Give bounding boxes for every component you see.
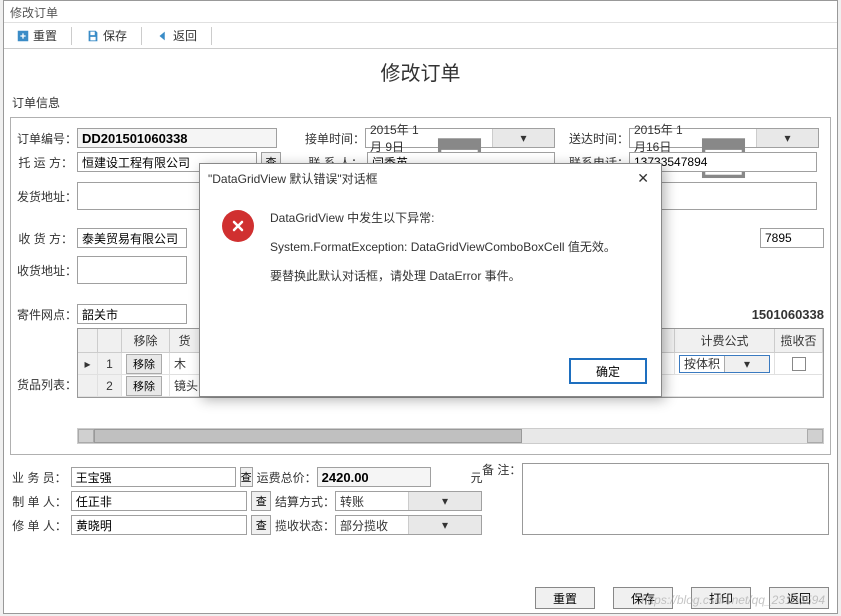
chevron-down-icon: ▾ xyxy=(756,129,818,147)
toolbar-separator xyxy=(71,27,72,45)
reset-icon xyxy=(16,29,30,43)
label-remark: 备 注： xyxy=(480,461,523,478)
label-collect-status: 揽收状态： xyxy=(275,517,331,534)
toolbar: 重置 保存 返回 xyxy=(4,23,837,49)
label-modifier: 修 单 人： xyxy=(12,517,67,534)
footer-reset-button[interactable]: 重置 xyxy=(535,587,595,609)
label-receive-time: 接单时间： xyxy=(305,130,361,147)
remove-row-button[interactable]: 移除 xyxy=(126,354,162,374)
row-indicator-icon: ▸ xyxy=(78,353,98,374)
label-maker: 制 单 人： xyxy=(12,493,67,510)
collect-checkbox[interactable] xyxy=(792,357,806,371)
recv-addr-field[interactable] xyxy=(77,256,187,284)
toolbar-separator xyxy=(141,27,142,45)
label-deliver-time: 送达时间： xyxy=(569,130,625,147)
chevron-down-icon: ▾ xyxy=(492,129,554,147)
receive-time-picker[interactable]: 2015年 1月 9日 ▾ xyxy=(365,128,555,148)
scroll-right-button[interactable] xyxy=(807,429,823,443)
toolbar-save-button[interactable]: 保存 xyxy=(80,25,133,46)
error-icon xyxy=(222,210,254,242)
remark-textarea[interactable] xyxy=(522,463,829,535)
watermark: https://blog.csdn.net/qq_23190594 xyxy=(641,593,825,607)
error-title-text: "DataGridView 默认错误"对话框 xyxy=(208,170,378,187)
label-ship-addr: 发货地址： xyxy=(17,188,73,205)
back-icon xyxy=(156,29,170,43)
remove-row-button[interactable]: 移除 xyxy=(126,376,162,396)
modifier-lookup-button[interactable]: 查 xyxy=(251,515,271,535)
label-consignor: 托 运 方： xyxy=(17,154,73,171)
label-consignee: 收 货 方： xyxy=(17,230,73,247)
send-site-code: 1501060338 xyxy=(752,307,824,322)
chevron-down-icon: ▾ xyxy=(408,492,481,510)
maker-lookup-button[interactable]: 查 xyxy=(251,491,271,511)
calendar-icon xyxy=(429,130,490,146)
scroll-thumb[interactable] xyxy=(94,429,522,443)
recv-phone-field[interactable] xyxy=(760,228,824,248)
deliver-time-picker[interactable]: 2015年 1月16日 ▾ xyxy=(629,128,819,148)
window-title: 修改订单 xyxy=(10,6,58,20)
modifier-field[interactable] xyxy=(71,515,248,535)
freight-total-field[interactable] xyxy=(317,467,431,487)
label-salesman: 业 务 员： xyxy=(12,469,67,486)
error-message: DataGridView 中发生以下异常: System.FormatExcep… xyxy=(270,210,616,296)
label-recv-addr: 收货地址： xyxy=(17,262,73,279)
save-icon xyxy=(86,29,100,43)
chevron-down-icon: ▾ xyxy=(408,516,481,534)
send-site-field[interactable] xyxy=(77,304,187,324)
page-title: 修改订单 xyxy=(4,49,837,92)
label-goods-list: 货品列表： xyxy=(17,376,73,393)
toolbar-back-button[interactable]: 返回 xyxy=(150,25,203,46)
section-info-label: 订单信息 xyxy=(4,92,837,113)
collect-status-combo[interactable]: 部分揽收▾ xyxy=(335,515,482,535)
toolbar-separator xyxy=(211,27,212,45)
error-titlebar: "DataGridView 默认错误"对话框 ✕ xyxy=(200,164,661,192)
order-no-field[interactable] xyxy=(77,128,277,148)
chevron-down-icon: ▾ xyxy=(724,356,769,372)
label-send-site: 寄件网点： xyxy=(17,306,73,323)
salesman-lookup-button[interactable]: 查 xyxy=(240,467,253,487)
error-ok-button[interactable]: 确定 xyxy=(569,358,647,384)
toolbar-reset-button[interactable]: 重置 xyxy=(10,25,63,46)
consignee-field[interactable] xyxy=(77,228,187,248)
scroll-left-button[interactable] xyxy=(78,429,94,443)
billing-combo[interactable]: 按体积▾ xyxy=(679,355,770,373)
salesman-field[interactable] xyxy=(71,467,236,487)
label-order-no: 订单编号： xyxy=(17,130,73,147)
error-dialog: "DataGridView 默认错误"对话框 ✕ DataGridView 中发… xyxy=(199,163,662,397)
settle-type-combo[interactable]: 转账▾ xyxy=(335,491,482,511)
label-settle-type: 结算方式： xyxy=(275,493,331,510)
window-titlebar: 修改订单 xyxy=(4,1,837,23)
maker-field[interactable] xyxy=(71,491,248,511)
close-icon[interactable]: ✕ xyxy=(633,170,653,187)
label-freight-total: 运费总价： xyxy=(257,469,313,486)
horizontal-scrollbar[interactable] xyxy=(77,428,824,444)
calendar-icon xyxy=(693,130,754,146)
